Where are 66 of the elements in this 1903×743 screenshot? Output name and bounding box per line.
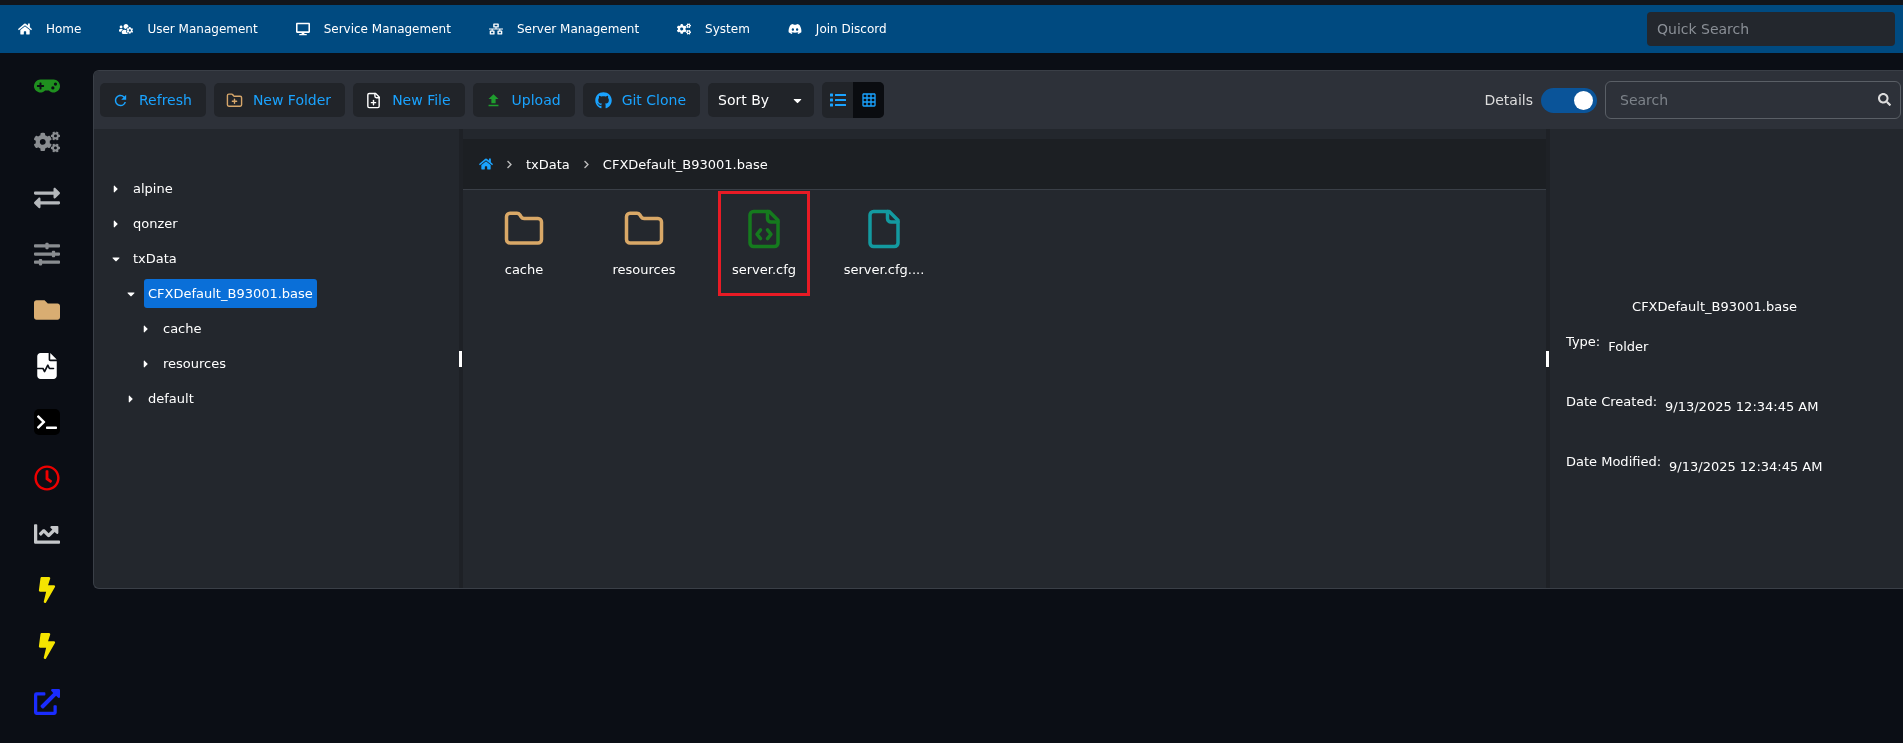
toolbar-button[interactable]: New Folder xyxy=(213,83,346,117)
file-item[interactable]: server.cfg xyxy=(718,191,810,296)
sliders-icon[interactable] xyxy=(33,241,60,267)
file-plus-icon xyxy=(365,91,383,109)
folder-icon[interactable] xyxy=(33,297,60,323)
tree-item[interactable]: alpine xyxy=(129,174,177,203)
details-title: CFXDefault_B93001.base xyxy=(1631,299,1798,314)
file-item[interactable]: resources xyxy=(598,191,690,296)
home-icon xyxy=(18,22,32,36)
chart-icon[interactable] xyxy=(33,521,60,547)
toolbar-button[interactable]: Git Clone xyxy=(582,83,701,117)
nav-link[interactable]: Service Management xyxy=(295,22,451,36)
file-name: server.cfg.... xyxy=(843,262,925,277)
github-icon xyxy=(594,91,612,109)
file-name: server.cfg xyxy=(731,262,797,277)
details-label: Date Created: xyxy=(1566,394,1658,409)
nav-link[interactable]: Join Discord xyxy=(787,22,887,36)
nav-link[interactable]: Home xyxy=(18,22,82,36)
file-item[interactable]: server.cfg.... xyxy=(838,191,930,296)
discord-icon xyxy=(787,22,802,36)
details-toggle[interactable] xyxy=(1541,87,1597,113)
toolbar-button[interactable]: Upload xyxy=(472,83,575,117)
tree-item[interactable]: qonzer xyxy=(129,209,182,238)
folder-plus-icon xyxy=(225,91,243,109)
search-icon xyxy=(1878,93,1891,106)
nav-link[interactable]: User Management xyxy=(119,22,258,36)
nav-link[interactable]: System xyxy=(677,22,750,36)
search-field[interactable]: Search xyxy=(1605,81,1901,119)
details-label: Date Modified: xyxy=(1566,454,1662,469)
tree-item[interactable]: resources xyxy=(159,349,230,378)
list-icon xyxy=(829,92,846,108)
swap-arrows-icon[interactable] xyxy=(33,185,60,211)
details-value: Folder xyxy=(1608,339,1649,354)
details-value: 9/13/2025 12:34:45 AM xyxy=(1665,399,1819,414)
terminal-icon[interactable] xyxy=(33,409,60,435)
sort-dropdown[interactable]: Sort By xyxy=(708,83,815,117)
toolbar-button[interactable]: New File xyxy=(353,83,465,117)
monitor-icon xyxy=(295,22,310,36)
tree-item[interactable]: txData xyxy=(129,244,181,273)
chevron-right-icon xyxy=(581,159,591,169)
gears-icon xyxy=(677,22,692,36)
nav-link[interactable]: Server Management xyxy=(488,22,640,36)
tree-item[interactable]: CFXDefault_B93001.base xyxy=(144,279,317,308)
users-gear-icon xyxy=(119,22,134,36)
chevron-right-icon xyxy=(505,159,514,169)
details-value: 9/13/2025 12:34:45 AM xyxy=(1669,459,1823,474)
file-item[interactable]: cache xyxy=(478,191,570,296)
gears-icon[interactable] xyxy=(33,129,60,155)
details-label: Details xyxy=(1484,92,1533,108)
grid-view-button[interactable] xyxy=(853,82,885,118)
clock-icon[interactable] xyxy=(33,465,60,491)
home-icon[interactable] xyxy=(479,157,493,171)
resize-handle[interactable] xyxy=(1546,350,1549,367)
external-link-icon[interactable] xyxy=(33,689,60,715)
file-name: resources xyxy=(612,262,676,277)
file-name: cache xyxy=(504,262,544,277)
network-icon xyxy=(488,22,503,36)
tree-item[interactable]: default xyxy=(144,384,198,413)
breadcrumb-link[interactable]: txData xyxy=(526,156,570,172)
tree-item[interactable]: cache xyxy=(159,314,206,343)
grid-icon xyxy=(860,92,877,108)
quick-search-field[interactable]: Quick Search xyxy=(1647,12,1895,46)
toolbar-button[interactable]: Refresh xyxy=(100,83,206,117)
breadcrumb-link[interactable]: CFXDefault_B93001.base xyxy=(602,156,768,172)
details-label: Type: xyxy=(1566,334,1601,349)
resize-handle[interactable] xyxy=(459,350,462,367)
